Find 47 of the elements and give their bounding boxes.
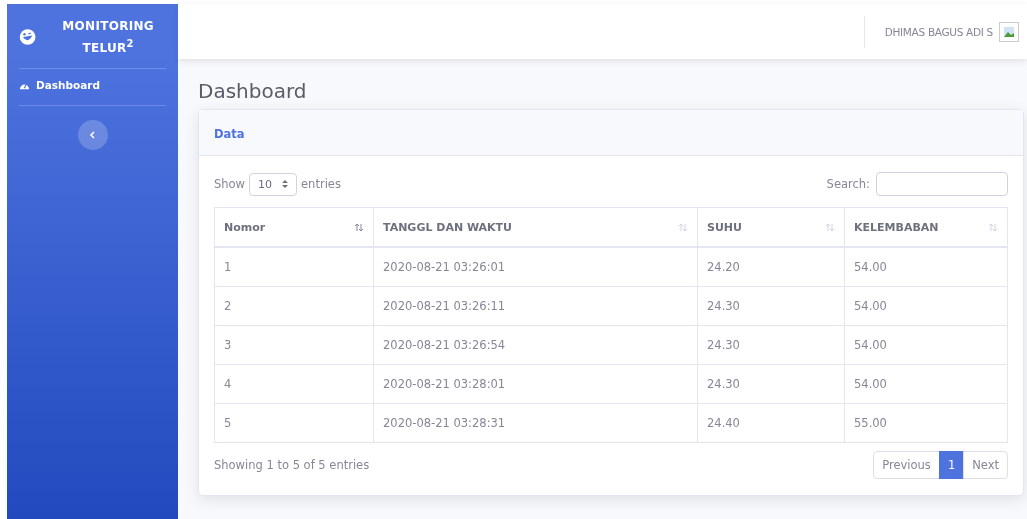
- table-cell: 5: [214, 403, 374, 443]
- table-cell: 2020-08-21 03:28:01: [373, 364, 698, 404]
- page-title: Dashboard: [198, 79, 308, 103]
- sort-arrows-icon: [354, 222, 364, 232]
- table-cell: 24.30: [697, 286, 845, 326]
- table-info: Showing 1 to 5 of 5 entries: [214, 458, 370, 472]
- sidebar-toggle-button[interactable]: [77, 120, 108, 150]
- previous-button[interactable]: Previous: [873, 451, 940, 479]
- column-header[interactable]: KELEMBABAN: [844, 207, 1008, 247]
- page-button[interactable]: 1: [938, 451, 965, 479]
- entries-label: entries: [301, 177, 341, 191]
- table-cell: 24.30: [697, 325, 845, 365]
- next-button[interactable]: Next: [963, 451, 1008, 479]
- table-cell: 2020-08-21 03:26:54: [373, 325, 698, 365]
- user-name[interactable]: DHIMAS BAGUS ADI S: [884, 25, 993, 38]
- column-header[interactable]: TANGGL DAN WAKTU: [373, 207, 698, 247]
- table-cell: 54.00: [844, 247, 1008, 287]
- sort-arrows-icon: [678, 222, 688, 232]
- table-cell: 2020-08-21 03:26:01: [373, 247, 698, 287]
- table-cell: 3: [214, 325, 374, 365]
- brand-title: MONITORING TELUR$^{2}$: [61, 18, 155, 57]
- table-cell: 2: [214, 286, 374, 326]
- sort-caret-icon: [282, 180, 289, 188]
- table-cell: 2020-08-21 03:26:11: [373, 286, 698, 326]
- table-cell: 55.00: [844, 403, 1008, 443]
- laughing-face-icon: [19, 26, 37, 48]
- table-cell: 1: [214, 247, 374, 287]
- table-cell: 24.40: [697, 403, 845, 443]
- table-cell: 24.30: [697, 364, 845, 404]
- image-icon: [1003, 25, 1015, 38]
- column-header[interactable]: SUHU: [697, 207, 845, 247]
- search-label: Search:: [826, 177, 870, 191]
- entries-dropdown[interactable]: 10: [249, 172, 298, 196]
- show-label: Show: [214, 177, 246, 191]
- table-cell: 54.00: [844, 286, 1008, 326]
- table-cell: 54.00: [844, 325, 1008, 365]
- table-cell: 4: [214, 364, 374, 404]
- search-field[interactable]: [876, 172, 1008, 196]
- table-cell: 2020-08-21 03:28:31: [373, 403, 698, 443]
- table-cell: 24.20: [697, 247, 845, 287]
- sidebar-item[interactable]: Dashboard: [7, 69, 178, 105]
- table-cell: 54.00: [844, 364, 1008, 404]
- card-title: Data: [214, 127, 245, 141]
- column-header[interactable]: Nomor: [214, 207, 374, 247]
- chevron-left-icon: [88, 131, 97, 139]
- sort-arrows-icon: [988, 222, 998, 232]
- sort-arrows-icon: [825, 222, 835, 232]
